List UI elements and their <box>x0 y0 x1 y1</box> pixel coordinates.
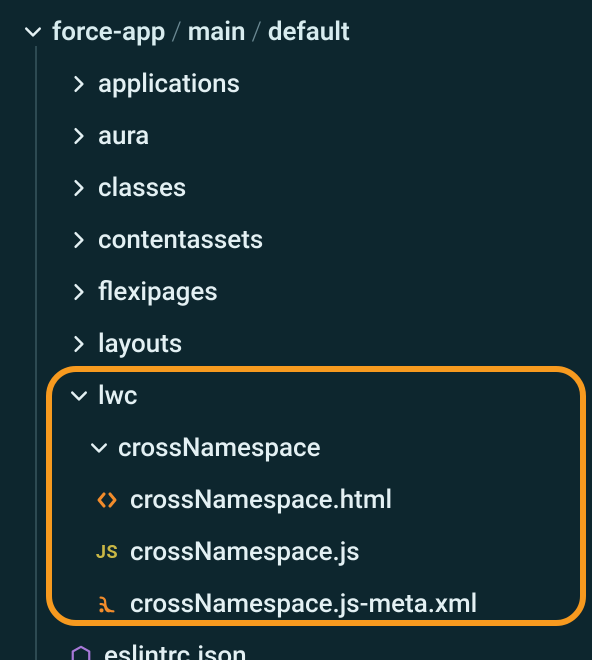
file-label: eslintrc.json <box>104 641 247 660</box>
folder-label: classes <box>98 173 186 203</box>
chevron-right-icon[interactable] <box>66 231 92 249</box>
folder-label: lwc <box>98 381 138 411</box>
html-file-icon <box>92 488 122 512</box>
file-row-crossnamespace-meta-xml[interactable]: crossNamespace.js-meta.xml <box>0 578 592 630</box>
folder-row-flexipages[interactable]: flexipages <box>0 266 592 318</box>
file-row-eslintrc[interactable]: eslintrc.json <box>0 630 592 660</box>
folder-label: flexipages <box>98 277 218 307</box>
folder-row-applications[interactable]: applications <box>0 58 592 110</box>
breadcrumb-segment: main <box>188 17 246 47</box>
folder-row-lwc[interactable]: lwc <box>0 370 592 422</box>
breadcrumb-segment: force-app <box>52 17 165 47</box>
folder-row-classes[interactable]: classes <box>0 162 592 214</box>
folder-row-root[interactable]: force-app / main / default <box>0 6 592 58</box>
eslint-file-icon <box>66 645 96 660</box>
file-row-crossnamespace-js[interactable]: JS crossNamespace.js <box>0 526 592 578</box>
chevron-right-icon[interactable] <box>66 75 92 93</box>
chevron-down-icon[interactable] <box>86 439 112 457</box>
chevron-right-icon[interactable] <box>66 127 92 145</box>
folder-label: contentassets <box>98 225 263 255</box>
folder-row-crossnamespace[interactable]: crossNamespace <box>0 422 592 474</box>
file-label: crossNamespace.js <box>130 537 360 567</box>
chevron-down-icon[interactable] <box>20 23 46 41</box>
file-tree: force-app / main / default applications … <box>0 0 592 660</box>
file-row-crossnamespace-html[interactable]: crossNamespace.html <box>0 474 592 526</box>
folder-label: crossNamespace <box>118 433 321 463</box>
breadcrumb-separator: / <box>171 17 181 47</box>
breadcrumb: force-app / main / default <box>52 17 350 47</box>
chevron-right-icon[interactable] <box>66 283 92 301</box>
file-label: crossNamespace.js-meta.xml <box>130 589 477 619</box>
js-file-icon: JS <box>92 542 122 563</box>
folder-row-layouts[interactable]: layouts <box>0 318 592 370</box>
chevron-down-icon[interactable] <box>66 387 92 405</box>
chevron-right-icon[interactable] <box>66 179 92 197</box>
chevron-right-icon[interactable] <box>66 335 92 353</box>
folder-row-contentassets[interactable]: contentassets <box>0 214 592 266</box>
breadcrumb-separator: / <box>252 17 262 47</box>
folder-label: layouts <box>98 329 182 359</box>
folder-label: aura <box>98 121 149 151</box>
folder-label: applications <box>98 69 240 99</box>
file-label: crossNamespace.html <box>130 485 392 515</box>
folder-row-aura[interactable]: aura <box>0 110 592 162</box>
xml-file-icon <box>92 593 122 615</box>
breadcrumb-segment: default <box>268 17 350 47</box>
